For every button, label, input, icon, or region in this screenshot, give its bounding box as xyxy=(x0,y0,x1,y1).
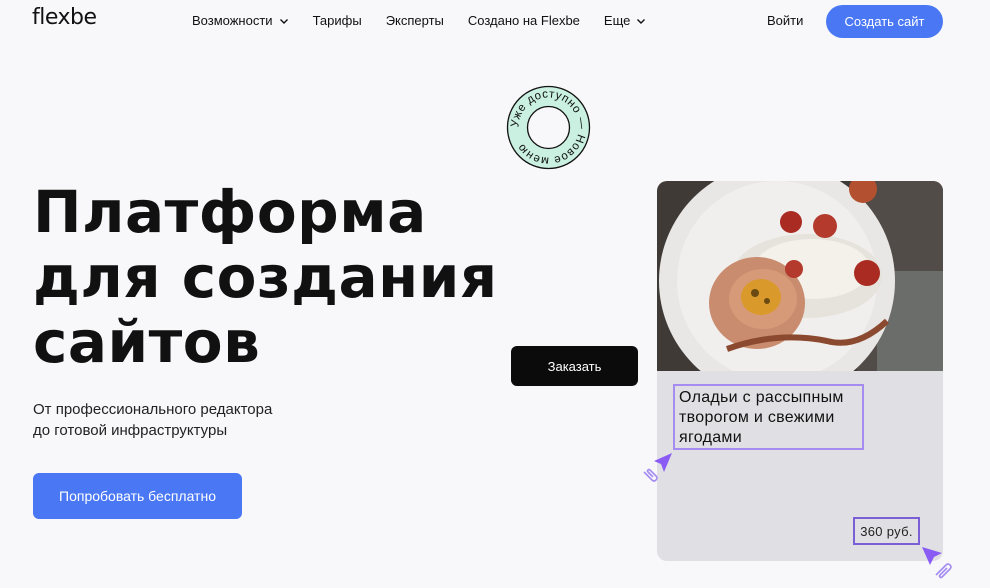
hero-title-line: Платформа xyxy=(33,178,427,246)
dish-name-line: ягодами xyxy=(679,429,742,446)
nav-item-label: Возможности xyxy=(192,13,273,28)
hero-subtitle-line: до готовой инфраструктуры xyxy=(33,422,228,439)
hero-title: Платформа для создания сайтов xyxy=(33,178,498,376)
dish-name-line: Оладьи с рассыпным xyxy=(679,389,844,406)
paperclip-icon xyxy=(935,563,952,579)
nav-item-label: Эксперты xyxy=(385,13,444,28)
dish-photo xyxy=(657,181,943,371)
create-site-button[interactable]: Создать сайт xyxy=(826,5,943,38)
site-header: flexbe Возможности Тарифы Эксперты Созда… xyxy=(0,0,990,44)
logo[interactable]: flexbe xyxy=(32,5,97,30)
hero-title-line: сайтов xyxy=(33,308,261,376)
chevron-down-icon xyxy=(637,18,646,24)
paperclip-icon xyxy=(643,468,658,482)
nav-item-label: Создано на Flexbe xyxy=(467,13,580,28)
main-nav: Возможности Тарифы Эксперты Создано на F… xyxy=(192,13,646,28)
login-link[interactable]: Войти xyxy=(767,13,803,28)
nav-item-label: Тарифы xyxy=(312,13,362,28)
nav-item-features[interactable]: Возможности xyxy=(192,13,289,28)
nav-item-showcase[interactable]: Создано на Flexbe xyxy=(468,13,580,28)
order-button[interactable]: Заказать xyxy=(511,346,638,386)
dish-price[interactable]: 360 руб. xyxy=(853,517,920,545)
chevron-down-icon xyxy=(279,18,288,24)
hero-subtitle: От профессионального редактора до готово… xyxy=(33,399,272,441)
hero-subtitle-line: От профессионального редактора xyxy=(33,401,273,418)
dish-name[interactable]: Оладьи с рассыпным творогом и свежими яг… xyxy=(673,384,864,450)
demo-product-card xyxy=(657,181,943,561)
cursor-arrow-icon xyxy=(922,547,952,579)
new-menu-badge[interactable]: Уже доступно — Новое меню xyxy=(506,85,591,170)
hero-title-line: для создания xyxy=(33,243,498,311)
nav-item-more[interactable]: Еще xyxy=(604,13,646,28)
dish-name-line: творогом и свежими xyxy=(679,409,835,426)
nav-item-label: Еще xyxy=(603,13,631,28)
try-free-button[interactable]: Попробовать бесплатно xyxy=(33,473,242,519)
nav-item-pricing[interactable]: Тарифы xyxy=(313,13,362,28)
cursor-arrow-icon xyxy=(643,453,672,482)
nav-item-experts[interactable]: Эксперты xyxy=(386,13,444,28)
